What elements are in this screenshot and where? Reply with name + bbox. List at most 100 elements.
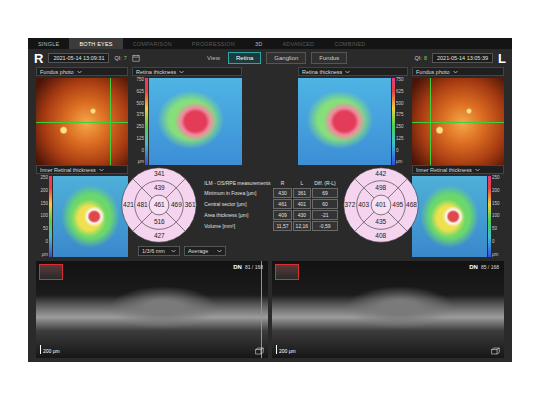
chevron-icon[interactable] — [77, 70, 82, 74]
scale-tick: 375 — [132, 113, 144, 118]
tab-label[interactable]: BOTH EYES — [79, 41, 112, 47]
scale-bar: 200 μm — [276, 345, 296, 354]
table-header: ILM - OS/RPE measurementsRLDiff. (R-L) — [202, 179, 337, 187]
view-button[interactable]: Ganglion — [266, 52, 306, 64]
grid-options: 1/3/6 mm Average — [132, 246, 408, 256]
sector-value: 372 — [344, 202, 355, 209]
scale-unit: μm — [396, 160, 408, 165]
chevron-icon[interactable] — [171, 249, 176, 253]
color-bar — [392, 78, 395, 165]
view-label: View — [207, 55, 220, 61]
scan-index: 85 / 168 — [481, 264, 499, 270]
panel-title[interactable]: Inner Retinal thickness — [36, 165, 128, 174]
sector-value: 469 — [171, 202, 182, 209]
chevron-icon[interactable] — [99, 168, 104, 172]
bscan-thumbnail[interactable] — [275, 264, 299, 280]
scale-tick: 500 — [396, 102, 408, 107]
scan-direction: DN — [469, 264, 478, 270]
cube-icon[interactable] — [255, 347, 264, 355]
image-panel: Retina thickness7506255003752501250μm — [132, 67, 242, 165]
panel-title-text[interactable]: Fundus photo — [40, 69, 74, 75]
panel-title[interactable]: Fundus photo — [36, 67, 128, 76]
qi-label: QI: — [114, 55, 121, 61]
scale-tick: 50 — [36, 227, 48, 232]
scale-tick: 375 — [396, 113, 408, 118]
table-cell: 401 — [293, 199, 312, 209]
color-scale: 250200150100500μm — [36, 176, 48, 257]
panel-title[interactable]: Retina thickness — [132, 67, 242, 76]
dropdown-value[interactable]: Average — [188, 248, 208, 254]
chevron-icon[interactable] — [179, 70, 184, 74]
view-button-label[interactable]: Retina — [236, 55, 253, 61]
tab[interactable]: 3D — [245, 38, 272, 49]
tab-label[interactable]: 3D — [255, 41, 262, 47]
scale-tick: 250 — [36, 176, 48, 181]
view-button[interactable]: Fundus — [311, 52, 347, 64]
tab-text[interactable]: BOTH EYES — [79, 41, 112, 47]
panel-body: 250200150100500μm — [412, 176, 504, 257]
panel-body — [412, 78, 504, 165]
oct-bscan[interactable]: DN81 / 168200 μm — [36, 261, 268, 358]
image-panel: Fundus photo — [412, 67, 504, 165]
view-button-label[interactable]: Ganglion — [274, 55, 298, 61]
bscan-thumbnail[interactable] — [39, 264, 63, 280]
sector-value: 421 — [123, 202, 134, 209]
panel-title-text[interactable]: Retina thickness — [302, 69, 342, 75]
fundus-photo — [36, 78, 128, 165]
oct-bscan[interactable]: DN85 / 168 200 μm — [272, 261, 504, 358]
scale-tick: 200 — [492, 189, 504, 194]
chevron-icon[interactable] — [345, 70, 350, 74]
scale-tick: 250 — [492, 176, 504, 181]
table-cell: -0,59 — [312, 221, 338, 231]
panel-title[interactable]: Retina thickness — [298, 67, 408, 76]
dropdown[interactable]: Average — [184, 246, 226, 256]
scale-tick: 750 — [396, 78, 408, 83]
dropdown[interactable]: 1/3/6 mm — [138, 246, 180, 256]
row-label: Area thickness [μm] — [202, 210, 272, 220]
panel-title-text[interactable]: Inner Retinal thickness — [416, 167, 472, 173]
cube-icon[interactable] — [491, 347, 500, 355]
scale-unit: μm — [492, 253, 504, 258]
scan-line — [261, 261, 262, 358]
image-panel: Inner Retinal thickness250200150100500μm — [412, 165, 504, 257]
table-cell: 430 — [273, 188, 291, 198]
tab-text: COMPARISON — [133, 41, 172, 47]
exam-date[interactable]: 2021-05-14 13:05:39 — [432, 53, 493, 63]
table-cell: 11,57 — [273, 221, 291, 231]
tab-label: COMBINED — [334, 41, 365, 47]
chevron-icon[interactable] — [217, 249, 222, 253]
table-row: Volume [mm³]11,5712,16-0,59 — [202, 221, 337, 231]
chevron-icon[interactable] — [453, 70, 458, 74]
tab-text[interactable]: 3D — [255, 41, 262, 47]
scale-unit: μm — [36, 253, 48, 258]
tab-label[interactable]: SINGLE — [38, 41, 59, 47]
color-bar — [49, 176, 52, 257]
exam-date[interactable]: 2021-05-14 13:09:31 — [48, 53, 109, 63]
row-label: Volume [mm³] — [202, 221, 272, 231]
table-row: Minimum in Fovea [μm]43036169 — [202, 188, 337, 198]
color-bar — [145, 78, 148, 165]
tab[interactable]: SINGLE — [28, 38, 69, 49]
scale-tick: 625 — [396, 90, 408, 95]
view-button[interactable]: Retina — [228, 52, 261, 64]
panel-title[interactable]: Inner Retinal thickness — [412, 165, 504, 174]
panel-title-text[interactable]: Retina thickness — [136, 69, 176, 75]
table-cell: 60 — [312, 199, 338, 209]
panel-title[interactable]: Fundus photo — [412, 67, 504, 76]
scale-tick: 0 — [132, 149, 144, 154]
view-button-label[interactable]: Fundus — [319, 55, 339, 61]
qi-value: 7 — [124, 55, 127, 61]
panel-title-text[interactable]: Fundus photo — [416, 69, 450, 75]
calendar-icon[interactable] — [132, 54, 140, 62]
scale-tick: 0 — [492, 240, 504, 245]
table-cell: -21 — [312, 210, 338, 220]
inner-retina-map — [53, 176, 128, 257]
dropdown-value[interactable]: 1/3/6 mm — [142, 248, 165, 254]
tab-text[interactable]: SINGLE — [38, 41, 59, 47]
chevron-icon[interactable] — [475, 168, 480, 172]
quality-index: QI:8 — [415, 55, 427, 61]
tab[interactable]: BOTH EYES — [69, 38, 122, 49]
tab: ADVANCED — [272, 38, 324, 49]
scan-line — [36, 122, 128, 123]
panel-title-text[interactable]: Inner Retinal thickness — [40, 167, 96, 173]
